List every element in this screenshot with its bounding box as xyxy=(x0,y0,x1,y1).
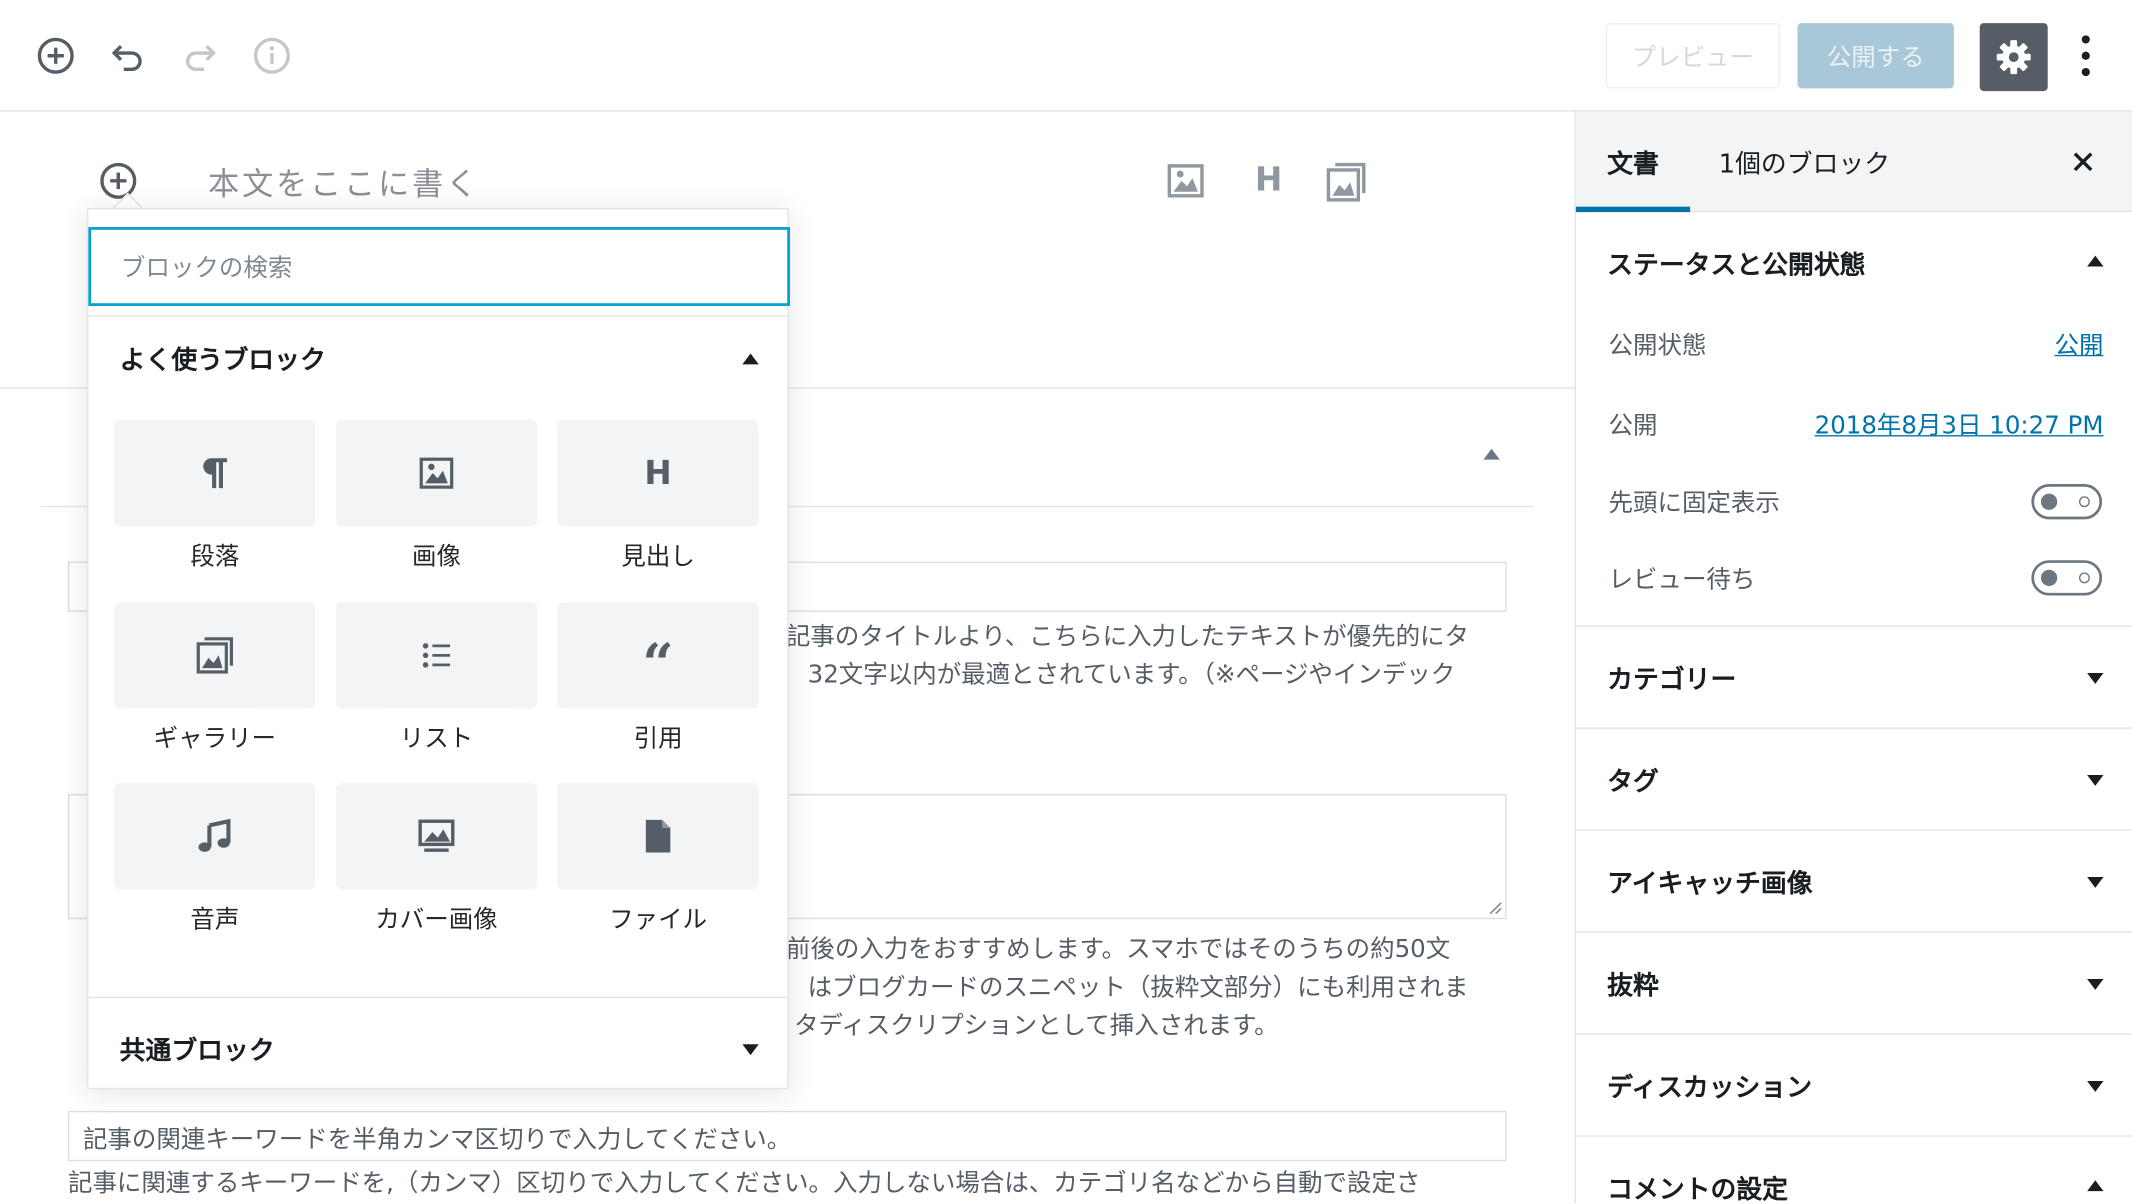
block-label: ギャラリー xyxy=(153,724,277,754)
panel-title: 抜粋 xyxy=(1607,970,1659,1001)
tab-document-label: 文書 xyxy=(1607,149,1659,180)
help-text: 前後の入力をおすすめします。スマホではそのうちの約50文 xyxy=(785,935,1451,965)
shared-blocks-title[interactable]: 共通ブロック xyxy=(120,1031,275,1068)
pending-review-label: レビュー待ち xyxy=(1608,565,1756,595)
block-label: 画像 xyxy=(411,542,461,572)
sidebar-panel-3[interactable]: アイキャッチ画像 xyxy=(1575,831,2132,933)
block-label: 引用 xyxy=(633,724,683,754)
expand-icon[interactable] xyxy=(2087,877,2104,888)
gear-icon xyxy=(1996,40,2031,75)
help-text: はブログカードのスニペット（抜粋文部分）にも利用されま xyxy=(807,973,1469,1003)
tab-document[interactable]: 文書 xyxy=(1575,111,1691,213)
status-visibility-panel: ステータスと公開状態 公開状態 公開 公開 2018年8月3日 10:27 PM… xyxy=(1575,212,2132,627)
cover-image-icon xyxy=(335,783,538,890)
block-label: ファイル xyxy=(609,905,708,935)
block-label: カバー画像 xyxy=(375,905,498,935)
collapse-icon[interactable] xyxy=(2087,255,2104,267)
help-text: 記事のタイトルより、こちらに入力したテキストが優先的にタ xyxy=(785,622,1470,652)
block-item-5[interactable]: リスト xyxy=(335,602,538,754)
heading-icon: H xyxy=(557,420,759,527)
panel-title: ディスカッション xyxy=(1607,1072,1813,1103)
more-vertical-icon[interactable] xyxy=(2072,33,2099,79)
block-item-3[interactable]: H 見出し xyxy=(557,420,759,572)
sidebar-panel-2[interactable]: タグ xyxy=(1575,729,2132,831)
expand-icon[interactable] xyxy=(2087,775,2104,786)
editor-screen: プレビュー 公開する 本文をここに書く H 記事のタイトルより、こちらに入力した… xyxy=(0,0,2132,1204)
gallery-icon[interactable] xyxy=(1324,160,1368,204)
expand-icon[interactable] xyxy=(2087,978,2104,990)
block-item-9[interactable]: ファイル xyxy=(557,783,759,935)
publish-date-link[interactable]: 2018年8月3日 10:27 PM xyxy=(1815,407,2104,442)
quote-icon: “ xyxy=(557,602,759,709)
block-label: 段落 xyxy=(190,542,240,572)
publish-button[interactable]: 公開する xyxy=(1797,23,1954,89)
block-item-7[interactable]: 音声 xyxy=(114,783,316,935)
block-item-4[interactable]: ギャラリー xyxy=(114,602,316,754)
paragraph-placeholder[interactable]: 本文をここに書く xyxy=(208,158,480,204)
panel-title: アイキャッチ画像 xyxy=(1607,868,1813,899)
sidebar-panel-4[interactable]: 抜粋 xyxy=(1575,933,2132,1035)
keywords-placeholder: 記事の関連キーワードを半角カンマ区切りで入力してください。 xyxy=(82,1125,792,1155)
sidebar-panel-1[interactable]: カテゴリー xyxy=(1575,627,2132,729)
comment-settings-panel: コメントの設定 xyxy=(1576,1137,2132,1204)
collapse-icon[interactable] xyxy=(2087,1180,2104,1192)
close-icon[interactable] xyxy=(2068,147,2098,177)
help-text: 記事に関連するキーワードを,（カンマ）区切りで入力してください。入力しない場合は… xyxy=(67,1169,1421,1198)
expand-icon[interactable] xyxy=(2087,673,2104,684)
expand-icon[interactable] xyxy=(742,1044,759,1056)
image-icon xyxy=(335,420,538,527)
undo-icon[interactable] xyxy=(102,30,154,82)
file-icon xyxy=(557,783,759,890)
audio-icon xyxy=(114,783,316,890)
list-icon xyxy=(335,602,538,709)
paragraph-icon xyxy=(114,420,316,527)
visibility-link[interactable]: 公開 xyxy=(2055,326,2104,361)
visibility-label: 公開状態 xyxy=(1608,331,1707,361)
block-item-8[interactable]: カバー画像 xyxy=(335,783,538,935)
sidebar-tabs: 文書 1個のブロック xyxy=(1575,111,2132,213)
sticky-label: 先頭に固定表示 xyxy=(1608,489,1780,519)
settings-button[interactable] xyxy=(1979,23,2048,92)
publish-label: 公開 xyxy=(1608,411,1658,441)
block-search-input[interactable]: ブロックの検索 xyxy=(88,227,790,306)
block-inserter-popover: ブロックの検索 よく使うブロック 段落 画像 H 見出しギャラリー リスト “ 引用音声 カバ… xyxy=(87,208,790,1090)
image-icon[interactable] xyxy=(1165,160,1206,201)
divider xyxy=(88,315,788,317)
expand-icon[interactable] xyxy=(2087,1080,2104,1092)
gallery-icon xyxy=(114,602,316,709)
redo-icon[interactable] xyxy=(174,30,226,82)
preview-button[interactable]: プレビュー xyxy=(1605,23,1780,89)
tab-block[interactable]: 1個のブロック xyxy=(1719,144,1890,181)
top-toolbar: プレビュー 公開する xyxy=(0,0,2132,112)
panel-title: タグ xyxy=(1607,766,1659,797)
block-label: 見出し xyxy=(621,542,695,572)
sticky-toggle[interactable] xyxy=(2031,484,2103,520)
block-label: 音声 xyxy=(190,905,240,935)
heading-icon[interactable]: H xyxy=(1248,160,1289,201)
common-blocks-title[interactable]: よく使うブロック xyxy=(120,340,326,377)
status-panel-title[interactable]: ステータスと公開状態 xyxy=(1607,245,1865,282)
pending-review-toggle[interactable] xyxy=(2031,560,2103,596)
comment-settings-title[interactable]: コメントの設定 xyxy=(1607,1169,1788,1204)
block-item-2[interactable]: 画像 xyxy=(335,420,538,572)
block-inserter-icon[interactable] xyxy=(98,160,139,201)
collapse-icon[interactable] xyxy=(742,353,759,365)
panel-title: カテゴリー xyxy=(1607,664,1737,695)
collapse-icon[interactable] xyxy=(1483,448,1500,460)
divider xyxy=(88,996,788,999)
help-text: 32文字以内が最適とされています。（※ページやインデック xyxy=(807,660,1456,690)
settings-sidebar: 文書 1個のブロック ステータスと公開状態 公開状態 公開 公開 2018年8月… xyxy=(1574,111,2132,1204)
plus-circle-icon[interactable] xyxy=(30,30,82,82)
sidebar-panel-5[interactable]: ディスカッション xyxy=(1575,1035,2132,1137)
block-item-1[interactable]: 段落 xyxy=(114,420,316,572)
help-text: タディスクリプションとして挿入されます。 xyxy=(794,1011,1279,1041)
meta-keywords-input[interactable]: 記事の関連キーワードを半角カンマ区切りで入力してください。 xyxy=(67,1110,1507,1162)
info-icon[interactable] xyxy=(246,30,298,82)
block-item-6[interactable]: “ 引用 xyxy=(557,602,759,754)
block-label: リスト xyxy=(399,724,474,754)
